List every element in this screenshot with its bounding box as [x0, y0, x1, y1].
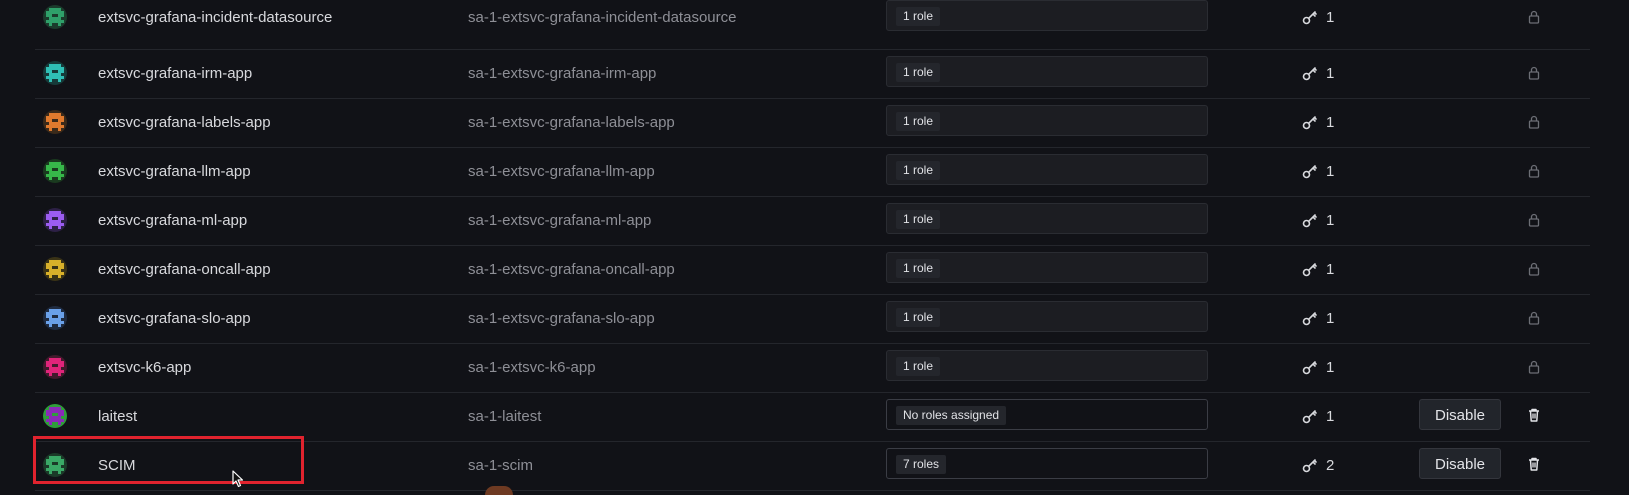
account-name[interactable]: extsvc-grafana-ml-app	[98, 202, 247, 239]
account-login[interactable]: sa-1-extsvc-grafana-oncall-app	[468, 251, 675, 288]
account-name[interactable]: extsvc-grafana-incident-datasource	[98, 0, 332, 36]
key-icon	[1302, 408, 1318, 424]
role-picker[interactable]: 1 role	[886, 154, 1208, 185]
avatar[interactable]	[43, 453, 67, 477]
account-login[interactable]: sa-1-scim	[468, 447, 533, 484]
token-count[interactable]: 1	[1326, 300, 1334, 337]
role-badge: 1 role	[896, 63, 941, 82]
avatar[interactable]	[43, 159, 67, 183]
token-count[interactable]: 1	[1326, 153, 1334, 190]
role-picker[interactable]: 1 role	[886, 203, 1208, 234]
table-row[interactable]: SCIM sa-1-scim 7 roles 2 Disable	[35, 441, 1590, 491]
role-badge: 7 roles	[896, 455, 947, 474]
key-icon	[1302, 9, 1318, 25]
key-icon	[1302, 65, 1318, 81]
lock-icon	[1527, 115, 1541, 129]
table-row[interactable]: extsvc-grafana-labels-app sa-1-extsvc-gra…	[35, 98, 1590, 148]
role-picker[interactable]: 1 role	[886, 350, 1208, 381]
avatar[interactable]	[43, 355, 67, 379]
account-login[interactable]: sa-1-extsvc-grafana-labels-app	[468, 104, 675, 141]
account-name[interactable]: laitest	[98, 398, 137, 435]
token-count[interactable]: 1	[1326, 104, 1334, 141]
trash-icon[interactable]	[1526, 456, 1542, 472]
role-badge: 1 role	[896, 259, 941, 278]
key-icon	[1302, 457, 1318, 473]
scroll-indicator	[485, 486, 513, 495]
avatar[interactable]	[43, 5, 67, 29]
account-name[interactable]: extsvc-grafana-irm-app	[98, 55, 252, 92]
role-picker[interactable]: 7 roles	[886, 448, 1208, 479]
account-login[interactable]: sa-1-extsvc-grafana-llm-app	[468, 153, 655, 190]
token-count[interactable]: 2	[1326, 447, 1334, 484]
token-count[interactable]: 1	[1326, 202, 1334, 239]
account-login[interactable]: sa-1-extsvc-grafana-slo-app	[468, 300, 655, 337]
role-picker[interactable]: 1 role	[886, 301, 1208, 332]
account-name[interactable]: extsvc-grafana-slo-app	[98, 300, 251, 337]
role-badge: 1 role	[896, 210, 941, 229]
role-badge: 1 role	[896, 308, 941, 327]
avatar[interactable]	[43, 61, 67, 85]
disable-button[interactable]: Disable	[1419, 399, 1501, 430]
table-row[interactable]: extsvc-grafana-irm-app sa-1-extsvc-grafan…	[35, 49, 1590, 99]
key-icon	[1302, 114, 1318, 130]
key-icon	[1302, 163, 1318, 179]
avatar[interactable]	[43, 404, 67, 428]
account-login[interactable]: sa-1-extsvc-grafana-irm-app	[468, 55, 656, 92]
lock-icon	[1527, 66, 1541, 80]
role-badge: 1 role	[896, 161, 941, 180]
avatar[interactable]	[43, 110, 67, 134]
account-name[interactable]: extsvc-grafana-labels-app	[98, 104, 271, 141]
table-row[interactable]: extsvc-grafana-ml-app sa-1-extsvc-grafana…	[35, 196, 1590, 246]
lock-icon	[1527, 164, 1541, 178]
avatar[interactable]	[43, 208, 67, 232]
avatar[interactable]	[43, 306, 67, 330]
disable-button[interactable]: Disable	[1419, 448, 1501, 479]
avatar[interactable]	[43, 257, 67, 281]
account-login[interactable]: sa-1-laitest	[468, 398, 541, 435]
lock-icon	[1527, 10, 1541, 24]
lock-icon	[1527, 311, 1541, 325]
trash-icon[interactable]	[1526, 407, 1542, 423]
account-name[interactable]: extsvc-grafana-oncall-app	[98, 251, 271, 288]
account-login[interactable]: sa-1-extsvc-k6-app	[468, 349, 596, 386]
lock-icon	[1527, 360, 1541, 374]
role-badge: 1 role	[896, 7, 941, 26]
lock-icon	[1527, 262, 1541, 276]
role-badge: 1 role	[896, 357, 941, 376]
key-icon	[1302, 359, 1318, 375]
role-picker[interactable]: 1 role	[886, 0, 1208, 31]
account-login[interactable]: sa-1-extsvc-grafana-ml-app	[468, 202, 651, 239]
table-row[interactable]: extsvc-k6-app sa-1-extsvc-k6-app 1 role 1	[35, 343, 1590, 393]
token-count[interactable]: 1	[1326, 398, 1334, 435]
table-row[interactable]: extsvc-grafana-oncall-app sa-1-extsvc-gra…	[35, 245, 1590, 295]
role-picker[interactable]: 1 role	[886, 105, 1208, 136]
token-count[interactable]: 1	[1326, 55, 1334, 92]
table-row[interactable]: laitest sa-1-laitest No roles assigned 1 Dis…	[35, 392, 1590, 442]
lock-icon	[1527, 213, 1541, 227]
token-count[interactable]: 1	[1326, 0, 1334, 36]
table-row[interactable]: extsvc-grafana-slo-app sa-1-extsvc-grafan…	[35, 294, 1590, 344]
account-name[interactable]: SCIM	[98, 447, 136, 484]
key-icon	[1302, 212, 1318, 228]
key-icon	[1302, 310, 1318, 326]
role-picker[interactable]: 1 role	[886, 252, 1208, 283]
account-name[interactable]: extsvc-grafana-llm-app	[98, 153, 251, 190]
role-picker[interactable]: 1 role	[886, 56, 1208, 87]
table-row[interactable]: extsvc-grafana-llm-app sa-1-extsvc-grafan…	[35, 147, 1590, 197]
token-count[interactable]: 1	[1326, 349, 1334, 386]
account-login[interactable]: sa-1-extsvc-grafana-incident-datasource	[468, 0, 736, 36]
account-name[interactable]: extsvc-k6-app	[98, 349, 191, 386]
token-count[interactable]: 1	[1326, 251, 1334, 288]
table-row[interactable]: extsvc-grafana-incident-datasource sa-1-e…	[35, 0, 1590, 50]
key-icon	[1302, 261, 1318, 277]
role-badge: No roles assigned	[896, 406, 1007, 425]
role-badge: 1 role	[896, 112, 941, 131]
role-picker[interactable]: No roles assigned	[886, 399, 1208, 430]
mouse-cursor-icon	[232, 470, 244, 488]
